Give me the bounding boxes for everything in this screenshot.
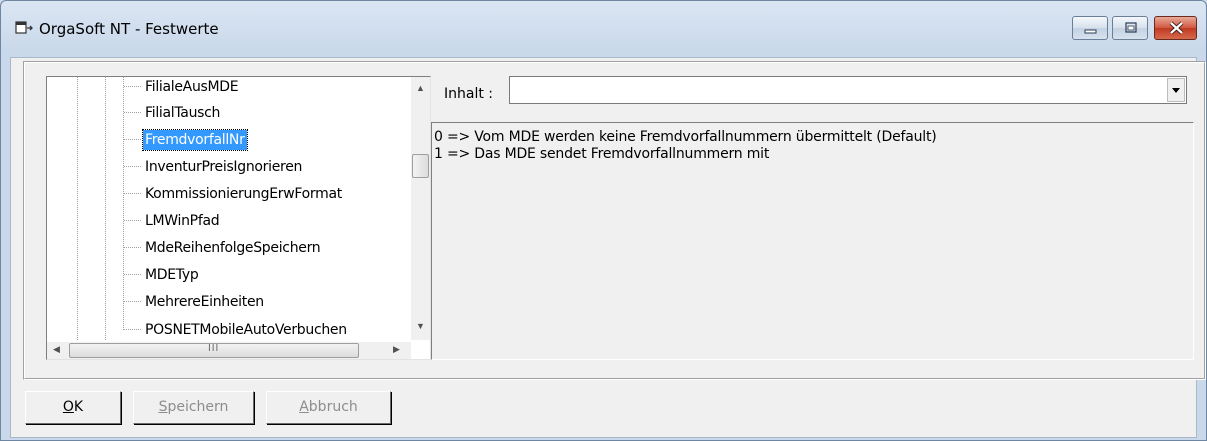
title-bar[interactable]: OrgaSoft NT - Festwerte bbox=[1, 1, 1206, 57]
tree-item[interactable]: MehrereEinheiten bbox=[143, 292, 266, 312]
tree-item[interactable]: FilialeAusMDE bbox=[143, 77, 240, 97]
ok-button[interactable]: OK bbox=[25, 391, 121, 424]
cancel-button-mnemonic: A bbox=[299, 399, 309, 415]
content-label: Inhalt : bbox=[444, 86, 493, 102]
cancel-button[interactable]: Abbruch bbox=[266, 391, 391, 424]
settings-tree[interactable]: FilialeAusMDE FilialTausch FremdvorfallN… bbox=[46, 76, 431, 360]
scroll-up-icon[interactable]: ▲ bbox=[416, 83, 425, 93]
app-window-icon bbox=[15, 21, 33, 34]
maximize-button[interactable] bbox=[1112, 16, 1148, 40]
minimize-icon bbox=[1084, 29, 1097, 34]
horizontal-scroll-thumb[interactable]: III bbox=[69, 343, 359, 358]
tree-item[interactable]: LMWinPfad bbox=[143, 211, 221, 231]
tree-item[interactable]: InventurPreisIgnorieren bbox=[143, 157, 304, 177]
close-button[interactable] bbox=[1154, 16, 1197, 40]
close-icon bbox=[1169, 21, 1184, 35]
description-box: 0 => Vom MDE werden keine Fremdvorfallnu… bbox=[431, 122, 1194, 360]
tree-horizontal-scrollbar[interactable]: ◀ III ▶ bbox=[47, 342, 411, 359]
dialog-client-area: FilialeAusMDE FilialTausch FremdvorfallN… bbox=[10, 57, 1206, 438]
description-line: 0 => Vom MDE werden keine Fremdvorfallnu… bbox=[434, 129, 937, 145]
minimize-button[interactable] bbox=[1072, 16, 1108, 40]
scroll-right-icon[interactable]: ▶ bbox=[393, 344, 400, 355]
tree-vertical-scrollbar[interactable]: ▲ ▼ bbox=[411, 77, 430, 340]
tree-item[interactable]: MdeReihenfolgeSpeichern bbox=[143, 238, 322, 258]
tree-item-selected[interactable]: FremdvorfallNr bbox=[142, 129, 248, 151]
scroll-grip-icon: III bbox=[208, 343, 220, 354]
vertical-scroll-thumb[interactable] bbox=[412, 154, 429, 178]
maximize-icon bbox=[1125, 22, 1137, 33]
tree-item[interactable]: MDETyp bbox=[143, 265, 200, 285]
content-group: FilialeAusMDE FilialTausch FremdvorfallN… bbox=[23, 61, 1206, 380]
chevron-down-icon bbox=[1172, 88, 1180, 93]
scroll-left-icon[interactable]: ◀ bbox=[53, 344, 60, 355]
window-title: OrgaSoft NT - Festwerte bbox=[39, 20, 219, 38]
application-window: OrgaSoft NT - Festwerte FilialeAusMDE Fi… bbox=[0, 0, 1207, 441]
tree-item[interactable]: KommissionierungErwFormat bbox=[143, 184, 344, 204]
tree-item[interactable]: FilialTausch bbox=[143, 103, 222, 123]
save-button[interactable]: Speichern bbox=[133, 391, 254, 424]
save-button-label: peichern bbox=[167, 399, 229, 415]
content-combobox[interactable] bbox=[509, 76, 1187, 104]
description-line: 1 => Das MDE sendet Fremdvorfallnummern … bbox=[434, 146, 770, 162]
dropdown-button[interactable] bbox=[1167, 78, 1185, 102]
tree-item[interactable]: POSNETMobileAutoVerbuchen bbox=[143, 320, 349, 340]
scroll-down-icon[interactable]: ▼ bbox=[416, 321, 425, 331]
cancel-button-label: bbruch bbox=[308, 399, 358, 415]
ok-button-label: K bbox=[73, 399, 84, 415]
ok-button-mnemonic: O bbox=[62, 399, 74, 415]
